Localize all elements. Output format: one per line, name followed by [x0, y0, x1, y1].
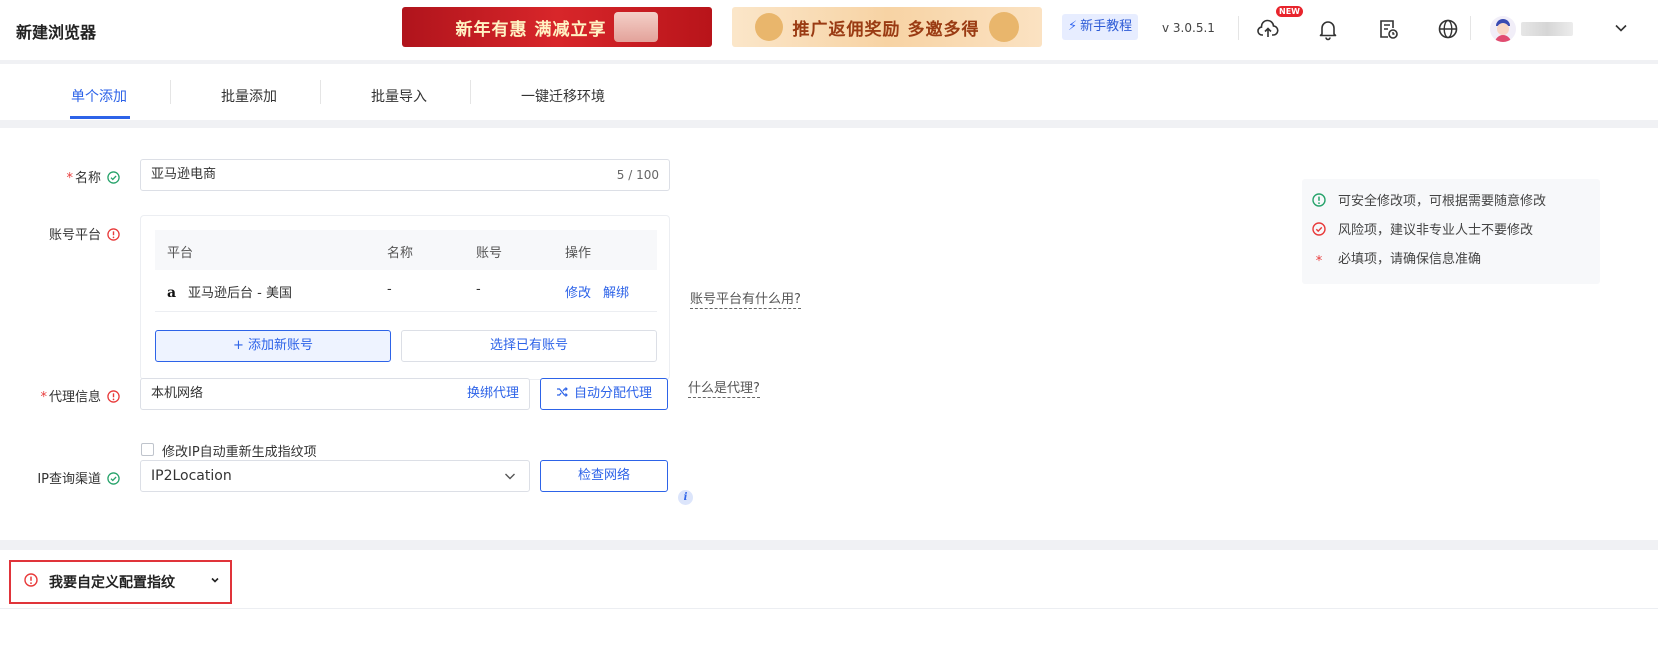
new-badge: NEW	[1276, 6, 1303, 17]
required-star: *	[66, 171, 73, 186]
risk-icon	[1312, 222, 1326, 236]
custom-fingerprint-title: 我要自定义配置指纹	[49, 575, 175, 591]
account-name-cell: -	[387, 282, 392, 297]
legend-required: * 必填项，请确保信息准确	[1312, 248, 1481, 269]
avatar[interactable]	[1490, 16, 1516, 42]
promo-banner-referral-text: 推广返佣奖励 多邀多得	[792, 19, 980, 40]
ip-channel-select[interactable]: IP2Location	[140, 460, 530, 492]
app-title: 新建浏览器	[16, 23, 97, 42]
account-platform-help-link[interactable]: 账号平台有什么用?	[690, 292, 801, 309]
column-actions: 操作	[565, 246, 592, 261]
account-id-cell: -	[476, 282, 481, 297]
legend-risk: 风险项，建议非专业人士不要修改	[1312, 219, 1533, 238]
divider	[0, 608, 1658, 609]
risk-warning-icon	[107, 390, 120, 403]
promo-banner-referral[interactable]: 推广返佣奖励 多邀多得	[732, 7, 1042, 47]
change-proxy-link[interactable]: 换绑代理	[467, 379, 519, 409]
platform-cell-text: 亚马逊后台 - 美国	[188, 286, 292, 301]
tab-single-add[interactable]: 单个添加	[71, 86, 127, 106]
username-redacted	[1521, 22, 1573, 36]
account-platform-label: 账号平台	[40, 224, 120, 243]
name-char-counter: 5 / 100	[616, 168, 659, 182]
required-star-icon: *	[1315, 254, 1323, 269]
proxy-help-link[interactable]: 什么是代理?	[688, 381, 760, 398]
ip-channel-label-text: IP查询渠道	[37, 472, 101, 487]
task-log-icon[interactable]	[1376, 17, 1400, 41]
info-icon[interactable]: i	[678, 490, 693, 505]
globe-icon[interactable]	[1436, 17, 1460, 41]
name-label: * 名称	[40, 167, 120, 186]
divider	[320, 80, 321, 104]
divider	[1238, 16, 1239, 40]
check-network-button[interactable]: 检查网络	[540, 460, 668, 492]
account-table-header: 平台 名称 账号 操作	[155, 230, 657, 270]
legend-safe: 可安全修改项，可根据需要随意修改	[1312, 190, 1546, 209]
coin-illustration-icon	[754, 13, 783, 41]
chevron-down-icon	[211, 577, 219, 583]
custom-fingerprint-toggle[interactable]: 我要自定义配置指纹	[9, 560, 232, 604]
account-platform-label-text: 账号平台	[48, 228, 101, 243]
auto-assign-proxy-button[interactable]: 自动分配代理	[540, 378, 668, 410]
version-label: v 3.0.5.1	[1162, 21, 1215, 35]
ip-channel-label: IP查询渠道	[10, 468, 120, 487]
column-name: 名称	[387, 246, 414, 261]
field-legend: 可安全修改项，可根据需要随意修改 风险项，建议非专业人士不要修改 * 必填项，请确…	[1302, 179, 1600, 284]
bell-icon[interactable]	[1316, 17, 1340, 41]
cloud-upload-icon[interactable]	[1256, 17, 1280, 41]
regenerate-fingerprint-label: 修改IP自动重新生成指纹项	[162, 445, 317, 460]
risk-warning-icon	[24, 573, 38, 587]
amazon-logo-icon: a	[167, 285, 177, 301]
account-platform-panel: 平台 名称 账号 操作 a 亚马逊后台 - 美国 - - 修改 解绑 + 添加新账…	[140, 215, 670, 380]
regenerate-fingerprint-checkbox[interactable]	[141, 443, 154, 456]
column-platform: 平台	[167, 246, 194, 261]
promo-banner-new-year-text: 新年有惠 满减立享	[455, 19, 607, 40]
tutorial-button[interactable]: ⚡ 新手教程	[1062, 14, 1139, 40]
tab-bar: 单个添加 批量添加 批量导入 一键迁移环境	[0, 64, 1658, 120]
tutorial-label: 新手教程	[1080, 19, 1133, 34]
add-new-account-button[interactable]: + 添加新账号	[155, 330, 391, 362]
tab-batch-add[interactable]: 批量添加	[221, 86, 277, 106]
tab-migrate-environment[interactable]: 一键迁移环境	[521, 86, 605, 106]
safe-check-icon	[107, 472, 120, 485]
name-input[interactable]: 亚马逊电商 5 / 100	[140, 159, 670, 191]
chevron-down-icon	[505, 473, 515, 480]
legend-safe-text: 可安全修改项，可根据需要随意修改	[1338, 194, 1547, 209]
money-bag-illustration-icon	[989, 12, 1020, 42]
divider	[470, 80, 471, 104]
promo-banner-new-year[interactable]: 新年有惠 满减立享	[402, 7, 712, 47]
divider	[1470, 16, 1471, 40]
top-bar: 新建浏览器 新年有惠 满减立享 推广返佣奖励 多邀多得 ⚡ 新手教程 v 3.0.…	[0, 0, 1658, 60]
legend-risk-text: 风险项，建议非专业人士不要修改	[1338, 223, 1534, 238]
name-input-value: 亚马逊电商	[151, 167, 217, 182]
proxy-label: * 代理信息	[20, 386, 120, 405]
auto-assign-proxy-label: 自动分配代理	[573, 386, 652, 401]
required-star: *	[40, 390, 47, 405]
select-existing-account-button[interactable]: 选择已有账号	[401, 330, 657, 362]
active-tab-indicator	[70, 116, 130, 119]
ip-channel-value: IP2Location	[151, 468, 232, 484]
platform-cell: a 亚马逊后台 - 美国	[167, 282, 292, 301]
lightning-icon: ⚡	[1068, 19, 1078, 34]
name-label-text: 名称	[74, 171, 101, 186]
column-account: 账号	[476, 246, 503, 261]
shuffle-icon	[556, 387, 568, 397]
proxy-input[interactable]: 本机网络 换绑代理	[140, 378, 530, 410]
unbind-account-link[interactable]: 解绑	[603, 282, 629, 301]
divider	[170, 80, 171, 104]
proxy-input-value: 本机网络	[151, 386, 204, 401]
edit-account-link[interactable]: 修改	[565, 282, 591, 301]
safe-icon	[1312, 193, 1326, 207]
risk-warning-icon	[107, 228, 120, 241]
tab-batch-import[interactable]: 批量导入	[371, 86, 427, 106]
proxy-label-text: 代理信息	[48, 390, 101, 405]
legend-required-text: 必填项，请确保信息准确	[1338, 252, 1482, 267]
table-row: a 亚马逊后台 - 美国 - - 修改 解绑	[155, 270, 657, 312]
chevron-down-icon[interactable]	[1614, 21, 1628, 35]
computer-illustration-icon	[614, 12, 659, 42]
custom-fingerprint-panel: 我要自定义配置指纹	[0, 550, 1658, 665]
browser-form: * 名称 亚马逊电商 5 / 100 账号平台 平台 名称 账号 操作 a 亚马逊后…	[0, 128, 1658, 540]
safe-check-icon	[107, 171, 120, 184]
